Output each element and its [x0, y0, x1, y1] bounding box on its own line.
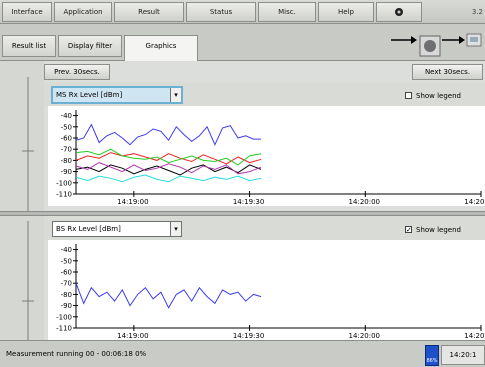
- x-tick-label: 14:20:30: [464, 198, 485, 206]
- arrow-right-icon: [442, 36, 465, 44]
- battery-icon: 86%: [425, 345, 439, 366]
- x-tick-label: 14:19:00: [117, 332, 148, 340]
- tab-graphics[interactable]: Graphics: [124, 35, 198, 61]
- chart-1: -40 -50 -60 -70 -80 -90 -100 -110 14:19:00 14:19:…: [48, 106, 485, 206]
- menu-result[interactable]: Result: [114, 2, 184, 22]
- chart-2: -40 -50 -60 -70 -80 -90 -100 -110 14:19:00 14:19:…: [48, 240, 485, 340]
- y-tick-label: -40: [61, 112, 72, 120]
- series-line-3: [75, 148, 262, 166]
- x-tick-label: 14:19:30: [233, 332, 264, 340]
- y-tick-label: -100: [56, 179, 72, 187]
- graphics-area: Prev. 30secs. Next 30secs. MS Rx Level […: [0, 61, 485, 340]
- y-tick-label: -60: [61, 269, 72, 277]
- chart-1-show-legend[interactable]: Show legend: [405, 91, 461, 101]
- prev-30secs-button[interactable]: Prev. 30secs.: [44, 64, 110, 80]
- chart-2-measure-select[interactable]: BS Rx Level [dBm] ▾: [52, 221, 182, 237]
- series-line-1: [75, 283, 262, 309]
- left-rail: [0, 61, 44, 340]
- menu-help[interactable]: Help: [318, 2, 374, 22]
- y-tick-label: -70: [61, 146, 72, 154]
- chart-1-svg: -40 -50 -60 -70 -80 -90 -100 -110 14:19:00 14:19:…: [56, 110, 485, 206]
- y-tick-label: -50: [61, 257, 72, 265]
- tab-bar: Result list Display filter Graphics: [0, 24, 485, 61]
- x-tick-label: 14:20:00: [349, 332, 380, 340]
- menu-interface[interactable]: Interface: [2, 2, 52, 22]
- device-icon[interactable]: [419, 35, 441, 57]
- y-tick-label: -90: [61, 302, 72, 310]
- version-label: 3.2: [471, 8, 483, 16]
- series-line-5: [75, 162, 262, 175]
- x-tick-label: 14:19:30: [233, 198, 264, 206]
- series-line-1: [75, 123, 262, 146]
- series-line-6: [75, 174, 262, 183]
- y-tick-label: -90: [61, 168, 72, 176]
- clock: 14:20:1: [441, 345, 485, 365]
- checkbox-checked-icon[interactable]: ✓: [405, 225, 412, 233]
- x-tick-label: 14:19:00: [117, 198, 148, 206]
- menu-application[interactable]: Application: [54, 2, 112, 22]
- checkbox-unchecked-icon[interactable]: [405, 91, 412, 99]
- y-tick-label: -110: [56, 325, 72, 333]
- tab-display-filter[interactable]: Display filter: [58, 35, 122, 57]
- arrow-right-icon: [391, 36, 417, 44]
- status-bar: Measurement running 00 - 00:06:18 0% 86%…: [0, 340, 485, 367]
- camera-menu-button[interactable]: [376, 2, 422, 22]
- y-tick-label: -80: [61, 157, 72, 165]
- y-tick-label: -110: [56, 191, 72, 199]
- chart-1-header: MS Rx Level [dBm] ▾ Show legend: [44, 82, 485, 106]
- y-tick-label: -60: [61, 135, 72, 143]
- camera-icon: [395, 8, 403, 16]
- chevron-down-icon[interactable]: ▾: [170, 88, 181, 102]
- chevron-down-icon[interactable]: ▾: [170, 222, 181, 236]
- rail-markers: [22, 77, 34, 340]
- y-tick-label: -80: [61, 291, 72, 299]
- chart-2-header: BS Rx Level [dBm] ▾ ✓ Show legend: [44, 216, 485, 240]
- chart-2-show-legend[interactable]: ✓ Show legend: [405, 225, 461, 235]
- y-tick-label: -50: [61, 123, 72, 131]
- toolbar-icons: [391, 33, 482, 57]
- status-text: Measurement running 00 - 00:06:18 0%: [6, 350, 147, 358]
- menu-bar: Interface Application Result Status Misc…: [0, 0, 485, 24]
- y-tick-label: -40: [61, 246, 72, 254]
- menu-misc[interactable]: Misc.: [258, 2, 316, 22]
- menu-status[interactable]: Status: [186, 2, 256, 22]
- x-tick-label: 14:20:30: [464, 332, 485, 340]
- x-tick-label: 14:20:00: [349, 198, 380, 206]
- network-icon[interactable]: [466, 33, 482, 47]
- chart-1-measure-select[interactable]: MS Rx Level [dBm] ▾: [51, 86, 183, 104]
- next-30secs-button[interactable]: Next 30secs.: [412, 64, 483, 80]
- y-tick-label: -100: [56, 313, 72, 321]
- y-tick-label: -70: [61, 280, 72, 288]
- chart-2-svg: -40 -50 -60 -70 -80 -90 -100 -110 14:19:00 14:19:…: [56, 244, 485, 340]
- tab-result-list[interactable]: Result list: [2, 35, 56, 57]
